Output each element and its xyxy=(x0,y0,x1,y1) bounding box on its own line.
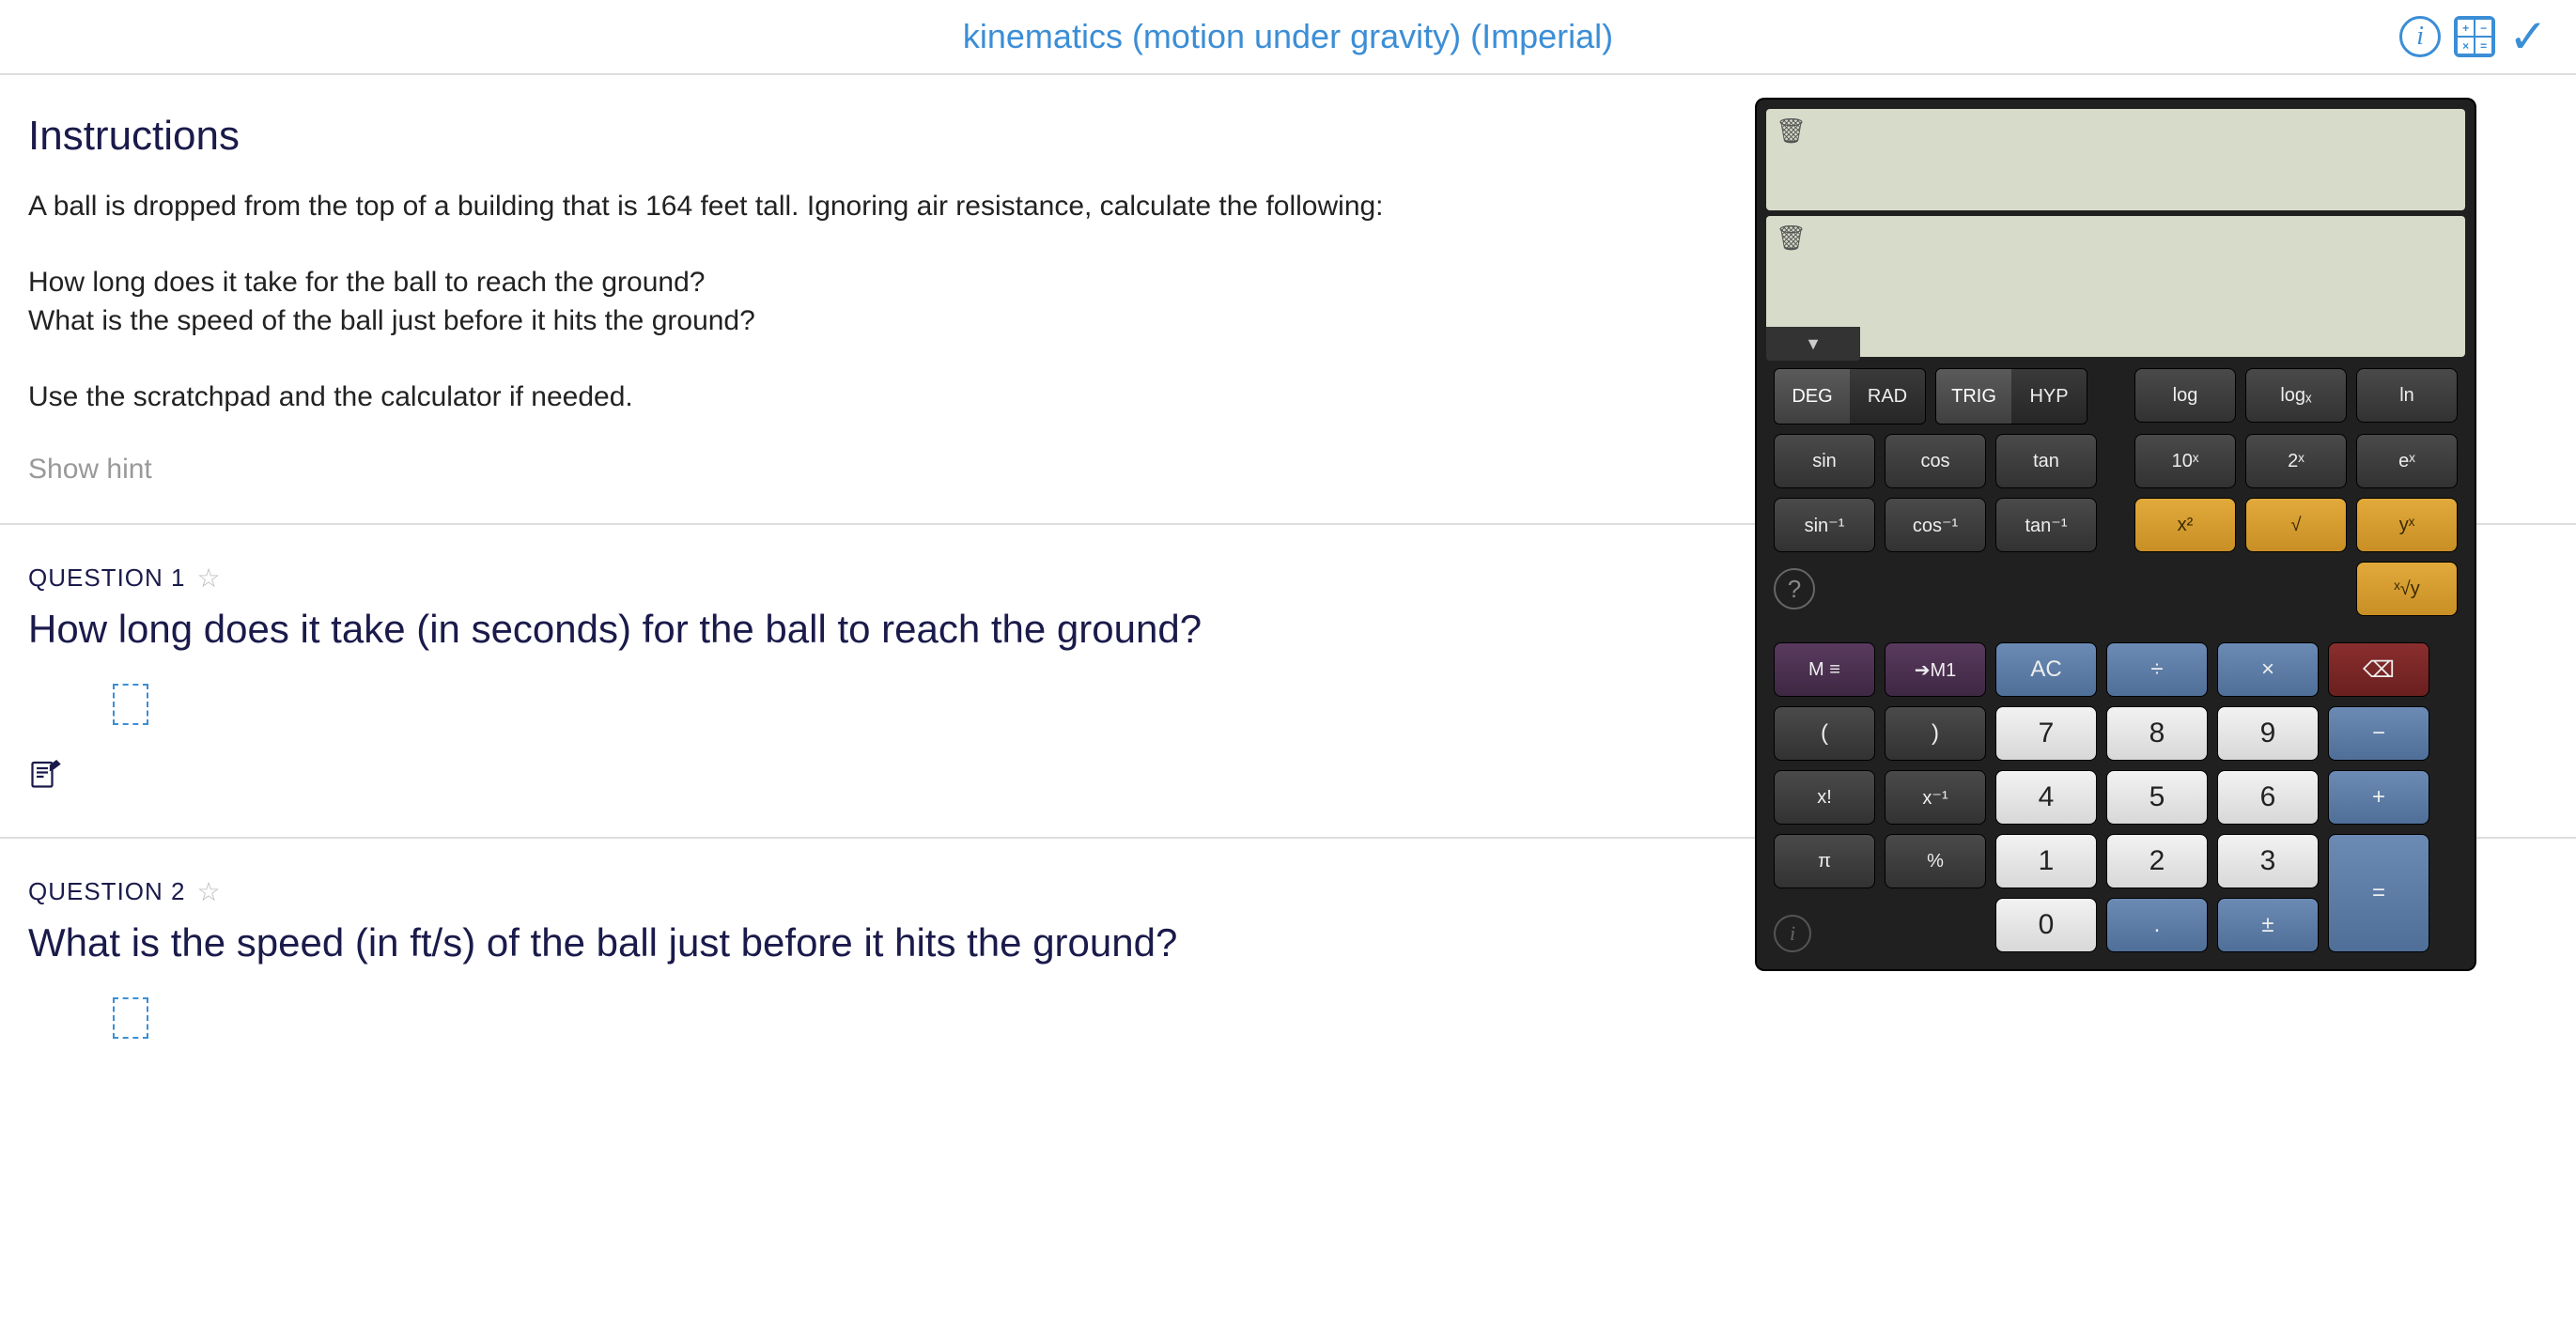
sqrt-button[interactable]: √ xyxy=(2245,498,2347,552)
acos-button[interactable]: cos⁻¹ xyxy=(1885,498,1986,552)
logx-button[interactable]: logₓ xyxy=(2245,368,2347,423)
backspace-button[interactable]: ⌫ xyxy=(2328,642,2429,697)
right-paren-button[interactable]: ) xyxy=(1885,706,1986,761)
instructions-body: A ball is dropped from the top of a buil… xyxy=(28,188,1860,416)
pi-button[interactable]: π xyxy=(1774,834,1875,888)
calculator-toggle-icon[interactable]: +−×= xyxy=(2454,16,2495,57)
calculator-panel: 🗑 🗑 DEG RAD TRIG HYP log logₓ ln sin cos… xyxy=(1757,100,2475,969)
divide-button[interactable]: ÷ xyxy=(2106,642,2208,697)
x-squared-button[interactable]: x² xyxy=(2134,498,2236,552)
reciprocal-button[interactable]: x⁻¹ xyxy=(1885,770,1986,825)
calc-info-icon[interactable]: i xyxy=(1774,915,1811,952)
tan-button[interactable]: tan xyxy=(1995,434,2097,488)
num-8-button[interactable]: 8 xyxy=(2106,706,2208,761)
num-5-button[interactable]: 5 xyxy=(2106,770,2208,825)
memory-list-button[interactable]: M ≡ xyxy=(1774,642,1875,697)
num-3-button[interactable]: 3 xyxy=(2217,834,2319,888)
question-1-label: QUESTION 1 xyxy=(28,563,185,593)
x-root-y-button[interactable]: ˣ√y xyxy=(2356,562,2458,616)
ln-button[interactable]: ln xyxy=(2356,368,2458,423)
calc-display-history: 🗑 xyxy=(1766,109,2465,210)
trash-icon[interactable]: 🗑 xyxy=(1776,116,1802,146)
two-power-button[interactable]: 2ˣ xyxy=(2245,434,2347,488)
question-2-label: QUESTION 2 xyxy=(28,877,185,906)
star-icon[interactable]: ☆ xyxy=(196,876,221,907)
rad-button[interactable]: RAD xyxy=(1850,369,1925,424)
atan-button[interactable]: tan⁻¹ xyxy=(1995,498,2097,552)
trash-icon[interactable]: 🗑 xyxy=(1776,224,1802,253)
equals-button[interactable]: = xyxy=(2328,834,2429,952)
deg-button[interactable]: DEG xyxy=(1775,369,1850,424)
answer-input-2[interactable] xyxy=(113,997,148,1039)
memory-store-button[interactable]: ➔M1 xyxy=(1885,642,1986,697)
page-title: kinematics (motion under gravity) (Imper… xyxy=(963,17,1613,56)
hyp-button[interactable]: HYP xyxy=(2011,369,2087,424)
num-6-button[interactable]: 6 xyxy=(2217,770,2319,825)
y-power-x-button[interactable]: yˣ xyxy=(2356,498,2458,552)
num-0-button[interactable]: 0 xyxy=(1995,898,2097,952)
left-paren-button[interactable]: ( xyxy=(1774,706,1875,761)
calc-display-main[interactable]: 🗑 xyxy=(1766,216,2465,357)
info-icon[interactable]: i xyxy=(2399,16,2441,57)
log-button[interactable]: log xyxy=(2134,368,2236,423)
num-4-button[interactable]: 4 xyxy=(1995,770,2097,825)
submit-check-icon[interactable]: ✓ xyxy=(2508,13,2548,60)
help-icon[interactable]: ? xyxy=(1774,568,1815,610)
e-power-button[interactable]: eˣ xyxy=(2356,434,2458,488)
plus-button[interactable]: + xyxy=(2328,770,2429,825)
num-7-button[interactable]: 7 xyxy=(1995,706,2097,761)
minus-button[interactable]: − xyxy=(2328,706,2429,761)
decimal-button[interactable]: . xyxy=(2106,898,2208,952)
num-9-button[interactable]: 9 xyxy=(2217,706,2319,761)
asin-button[interactable]: sin⁻¹ xyxy=(1774,498,1875,552)
ten-power-button[interactable]: 10ˣ xyxy=(2134,434,2236,488)
num-1-button[interactable]: 1 xyxy=(1995,834,2097,888)
plus-minus-button[interactable]: ± xyxy=(2217,898,2319,952)
display-expand-icon[interactable] xyxy=(1766,327,1860,361)
num-2-button[interactable]: 2 xyxy=(2106,834,2208,888)
cos-button[interactable]: cos xyxy=(1885,434,1986,488)
star-icon[interactable]: ☆ xyxy=(196,563,221,594)
ac-button[interactable]: AC xyxy=(1995,642,2097,697)
percent-button[interactable]: % xyxy=(1885,834,1986,888)
multiply-button[interactable]: × xyxy=(2217,642,2319,697)
trig-button[interactable]: TRIG xyxy=(1936,369,2011,424)
answer-input-1[interactable] xyxy=(113,684,148,725)
factorial-button[interactable]: x! xyxy=(1774,770,1875,825)
sin-button[interactable]: sin xyxy=(1774,434,1875,488)
